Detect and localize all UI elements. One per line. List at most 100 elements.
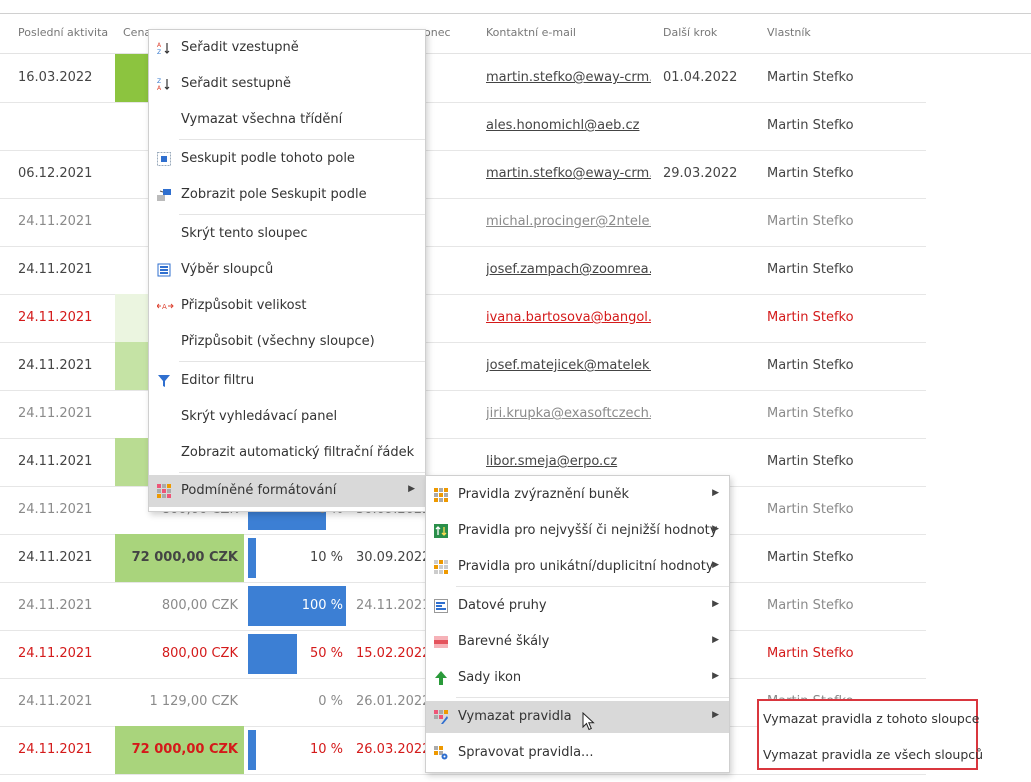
cell-owner: Martin Stefko [767, 358, 854, 373]
color-scales-icon [434, 635, 448, 649]
cell-owner: Martin Stefko [767, 118, 854, 133]
menu-item-best-fit-all[interactable]: Přizpůsobit (všechny sloupce) [149, 326, 425, 358]
svg-text:A: A [157, 42, 162, 49]
column-chooser-icon [157, 263, 171, 277]
submenu-item-clear-rules[interactable]: Vymazat pravidla ▶ [426, 701, 729, 733]
table-row[interactable]: 24.11.20215josef.matejicek@matelek...Mar… [0, 342, 926, 391]
cell-last-activity: 24.11.2021 [18, 646, 93, 661]
top-bottom-rules-icon [434, 524, 448, 538]
cell-next-step [663, 198, 763, 246]
chevron-right-icon: ▶ [712, 710, 719, 720]
cell-end-date: 30.09.2022 [356, 550, 426, 565]
highlight-rules-icon [434, 488, 448, 502]
menu-item-show-group-panel[interactable]: Zobrazit pole Seskupit podle [149, 179, 425, 211]
cell-progress-percent: 10 % [309, 550, 343, 565]
submenu-item-manage-rules[interactable]: Spravovat pravidla... [426, 737, 729, 769]
cell-owner: Martin Stefko [767, 214, 854, 229]
clear-rules-this-column[interactable]: Vymazat pravidla z tohoto sloupce [763, 711, 979, 726]
chevron-right-icon: ▶ [712, 488, 719, 498]
menu-item-auto-filter-row[interactable]: Zobrazit automatický filtrační řádek [149, 437, 425, 469]
cell-last-activity: 24.11.2021 [18, 694, 93, 709]
table-row[interactable]: 24.11.2021 josef.zampach@zoomrea... Martin… [0, 246, 926, 295]
submenu-item-icon-sets[interactable]: Sady ikon ▶ [426, 662, 729, 694]
table-row[interactable]: 24.11.20211ivana.bartosova@bangol...Mart… [0, 294, 926, 343]
filter-icon [157, 374, 171, 388]
submenu-item-color-scales[interactable]: Barevné škály ▶ [426, 626, 729, 658]
cell-next-step [663, 246, 763, 294]
table-row[interactable]: 16.03.202210martin.stefko@eway-crm...01.… [0, 54, 926, 103]
cell-next-step [663, 342, 763, 390]
menu-item-sort-descending[interactable]: ZA Seřadit sestupně [149, 68, 425, 100]
cell-owner: Martin Stefko [767, 550, 854, 565]
cell-contact-email[interactable]: josef.matejicek@matelek... [486, 342, 651, 390]
svg-text:A: A [157, 85, 162, 91]
cell-price: 800,00 CZK [161, 598, 238, 613]
cell-last-activity: 24.11.2021 [18, 310, 93, 325]
svg-text:Z: Z [157, 49, 161, 55]
cell-contact-email[interactable]: ales.honomichl@aeb.cz [486, 102, 651, 150]
group-by-icon [157, 152, 171, 166]
cell-owner: Martin Stefko [767, 262, 854, 277]
sort-descending-icon: ZA [157, 77, 171, 91]
cell-next-step [663, 102, 763, 150]
menu-separator [179, 214, 425, 215]
cell-next-step [663, 294, 763, 342]
cell-contact-email[interactable]: jiri.krupka@exasoftczech.cz [486, 390, 651, 438]
col-header-owner[interactable]: Vlastník [767, 26, 811, 39]
cell-owner: Martin Stefko [767, 406, 854, 421]
cell-price: 1 129,00 CZK [149, 694, 238, 709]
table-row[interactable]: ales.honomichl@aeb.cz Martin Stefko [0, 102, 926, 151]
menu-item-hide-search-panel[interactable]: Skrýt vyhledávací panel [149, 401, 425, 433]
menu-item-clear-sorting[interactable]: Vymazat všechna třídění [149, 104, 425, 136]
cell-progress-percent: 100 % [301, 598, 343, 613]
menu-item-conditional-formatting[interactable]: Podmíněné formátování ▶ [149, 475, 425, 507]
cell-end-date: 26.03.2022 [356, 742, 426, 757]
menu-item-group-by-field[interactable]: Seskupit podle tohoto pole [149, 143, 425, 175]
cell-contact-email[interactable]: martin.stefko@eway-crm... [486, 150, 651, 198]
submenu-item-unique-duplicate-rules[interactable]: Pravidla pro unikátní/duplicitní hodnoty… [426, 551, 729, 583]
cell-last-activity: 24.11.2021 [18, 502, 93, 517]
cell-owner: Martin Stefko [767, 310, 854, 325]
data-bars-icon [434, 599, 448, 613]
cell-last-activity: 24.11.2021 [18, 358, 93, 373]
icon-sets-icon [434, 671, 448, 685]
cell-last-activity: 24.11.2021 [18, 406, 93, 421]
cell-contact-email[interactable]: michal.procinger@2ntele... [486, 198, 651, 246]
col-header-end[interactable]: onec [424, 26, 451, 39]
submenu-item-top-bottom-rules[interactable]: Pravidla pro nejvyšší či nejnižší hodnot… [426, 515, 729, 547]
cell-next-step: 01.04.2022 [663, 70, 738, 85]
cell-contact-email[interactable]: martin.stefko@eway-crm... [486, 54, 651, 102]
menu-separator [456, 586, 729, 587]
menu-separator [456, 697, 729, 698]
submenu-item-data-bars[interactable]: Datové pruhy ▶ [426, 590, 729, 622]
cell-progress-percent: 50 % [309, 646, 343, 661]
unique-duplicate-icon [434, 560, 448, 574]
col-header-next-step[interactable]: Další krok [663, 26, 717, 39]
cell-owner: Martin Stefko [767, 502, 854, 517]
submenu-item-highlight-rules[interactable]: Pravidla zvýraznění buněk ▶ [426, 479, 729, 511]
menu-item-column-chooser[interactable]: Výběr sloupců [149, 254, 425, 286]
cell-contact-email[interactable]: josef.zampach@zoomrea... [486, 246, 651, 294]
cell-contact-email[interactable]: ivana.bartosova@bangol... [486, 294, 651, 342]
clear-rules-all-columns[interactable]: Vymazat pravidla ze všech sloupců [763, 747, 983, 762]
group-panel-icon [157, 188, 171, 202]
table-row[interactable]: 06.12.2021 martin.stefko@eway-crm... 29.03… [0, 150, 926, 199]
conditional-formatting-submenu: Pravidla zvýraznění buněk ▶ Pravidla pro… [425, 475, 730, 773]
menu-item-hide-column[interactable]: Skrýt tento sloupec [149, 218, 425, 250]
cell-last-activity: 06.12.2021 [18, 166, 93, 181]
cell-owner: Martin Stefko [767, 70, 854, 85]
svg-text:A: A [162, 303, 167, 311]
menu-separator [179, 139, 425, 140]
menu-item-filter-editor[interactable]: Editor filtru [149, 365, 425, 397]
cell-last-activity: 24.11.2021 [18, 214, 93, 229]
cell-end-date: 15.02.2022 [356, 646, 426, 661]
col-header-last-activity[interactable]: Poslední aktivita [18, 26, 108, 39]
col-header-email[interactable]: Kontaktní e-mail [486, 26, 576, 39]
cell-last-activity: 24.11.2021 [18, 742, 93, 757]
menu-item-sort-ascending[interactable]: AZ Seřadit vzestupně [149, 32, 425, 64]
menu-item-best-fit[interactable]: A Přizpůsobit velikost [149, 290, 425, 322]
table-row[interactable]: 24.11.2021 jiri.krupka@exasoftczech.cz Mar… [0, 390, 926, 439]
svg-text:Z: Z [157, 78, 161, 85]
col-header-price[interactable]: Cena [123, 26, 151, 39]
table-row[interactable]: 24.11.2021 michal.procinger@2ntele... Mart… [0, 198, 926, 247]
